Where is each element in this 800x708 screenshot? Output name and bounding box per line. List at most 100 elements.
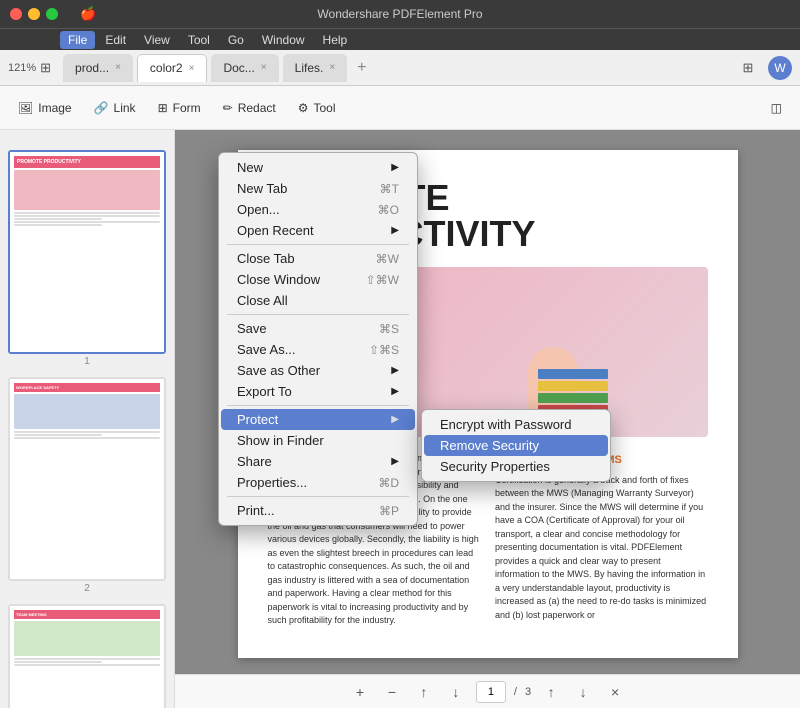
menu-tool[interactable]: Tool <box>180 31 218 49</box>
page-next-button[interactable]: ↓ <box>571 680 595 704</box>
tab-color2-label: color2 <box>150 61 183 75</box>
tab-doc[interactable]: Doc... × <box>211 54 278 82</box>
tab-prod[interactable]: prod... × <box>63 54 133 82</box>
tab-prod-close[interactable]: × <box>115 62 121 73</box>
form-label: Form <box>173 101 201 115</box>
menu-go[interactable]: Go <box>220 31 252 49</box>
cert-text: Certification is generally a back and fo… <box>495 474 708 623</box>
menu-item-show-finder[interactable]: Show in Finder <box>221 430 415 451</box>
menu-item-new-tab[interactable]: New Tab ⌘T <box>221 178 415 199</box>
menu-item-save-other[interactable]: Save as Other ▶ <box>221 360 415 381</box>
apple-logo: 🍎 <box>80 6 96 22</box>
menu-item-print-label: Print... <box>237 503 275 518</box>
menu-item-close-tab-label: Close Tab <box>237 251 295 266</box>
menu-view[interactable]: View <box>136 31 178 49</box>
menu-window[interactable]: Window <box>254 31 313 49</box>
page-thumbnail-3[interactable]: TEAM MEETING 3 <box>8 604 166 708</box>
page-prev-button[interactable]: ↑ <box>539 680 563 704</box>
menu-item-properties[interactable]: Properties... ⌘D <box>221 472 415 493</box>
menu-item-new[interactable]: New ▶ <box>221 157 415 178</box>
menu-item-save-other-label: Save as Other <box>237 363 320 378</box>
menu-item-open-shortcut: ⌘O <box>378 203 399 217</box>
menu-item-share[interactable]: Share ▶ <box>221 451 415 472</box>
sidebar-expand-button[interactable]: ◫ <box>761 92 792 124</box>
tab-color2-close[interactable]: × <box>189 63 195 74</box>
tab-prod-label: prod... <box>75 61 109 75</box>
page-num-1: 1 <box>8 354 166 369</box>
menu-item-save-as[interactable]: Save As... ⇧⌘S <box>221 339 415 360</box>
menu-item-print-shortcut: ⌘P <box>379 504 399 518</box>
close-button[interactable] <box>10 8 22 20</box>
menu-item-protect[interactable]: Protect ▶ Encrypt with Password Remove S… <box>221 409 415 430</box>
menu-item-export[interactable]: Export To ▶ <box>221 381 415 402</box>
menu-item-save-as-shortcut: ⇧⌘S <box>369 343 399 357</box>
image-label: Image <box>38 101 71 115</box>
toolbar-image-button[interactable]: 🖼 Image <box>8 92 82 124</box>
current-page-input[interactable] <box>476 681 506 703</box>
menu-item-open-recent-arrow: ▶ <box>391 225 399 236</box>
menu-item-new-arrow: ▶ <box>391 162 399 173</box>
page-close-button[interactable]: × <box>603 680 627 704</box>
tool-label: Tool <box>313 101 335 115</box>
page-add-button[interactable]: + <box>348 680 372 704</box>
toolbar-form-button[interactable]: ⊞ Form <box>148 92 211 124</box>
app-title: Wondershare PDFElement Pro <box>10 7 790 21</box>
menu-item-new-tab-label: New Tab <box>237 181 287 196</box>
protect-item-remove-security-label: Remove Security <box>440 438 539 453</box>
page-subtract-button[interactable]: − <box>380 680 404 704</box>
toolbar-tool-button[interactable]: ⚙ Tool <box>288 92 346 124</box>
protect-item-remove-security[interactable]: Remove Security <box>424 435 608 456</box>
minimize-button[interactable] <box>28 8 40 20</box>
page-download-button[interactable]: ↓ <box>444 680 468 704</box>
main-layout: PROMOTE PRODUCTIVITY 1 <box>0 130 800 708</box>
link-label: Link <box>114 101 136 115</box>
menu-item-print[interactable]: Print... ⌘P <box>221 500 415 521</box>
menu-item-export-label: Export To <box>237 384 292 399</box>
menu-item-protect-label: Protect <box>237 412 278 427</box>
menu-bar: File Edit View Tool Go Window Help <box>0 28 800 50</box>
protect-item-security-props[interactable]: Security Properties <box>424 456 608 477</box>
menu-item-open-recent[interactable]: Open Recent ▶ <box>221 220 415 241</box>
page-thumbnail-1[interactable]: PROMOTE PRODUCTIVITY 1 <box>8 150 166 369</box>
menu-item-open[interactable]: Open... ⌘O <box>221 199 415 220</box>
tab-lifes-close[interactable]: × <box>329 62 335 73</box>
page-separator: / <box>514 686 517 698</box>
menu-file[interactable]: File <box>60 31 95 49</box>
menu-item-properties-shortcut: ⌘D <box>378 476 399 490</box>
sidebar-controls <box>8 138 166 142</box>
tab-doc-close[interactable]: × <box>261 62 267 73</box>
bottom-bar: + − ↑ ↓ / 3 ↑ ↓ × <box>175 674 800 708</box>
redact-label: Redact <box>238 101 276 115</box>
menu-item-save[interactable]: Save ⌘S <box>221 318 415 339</box>
tab-lifes[interactable]: Lifes. × <box>283 54 348 82</box>
form-icon: ⊞ <box>158 101 168 115</box>
page-thumbnail-2[interactable]: WORKPLACE SAFETY 2 <box>8 377 166 596</box>
toolbar-redact-button[interactable]: ✏ Redact <box>213 92 286 124</box>
menu-help[interactable]: Help <box>315 31 356 49</box>
sidebar: PROMOTE PRODUCTIVITY 1 <box>0 130 175 708</box>
menu-item-close-tab-shortcut: ⌘W <box>376 252 399 266</box>
maximize-button[interactable] <box>46 8 58 20</box>
menu-item-save-as-label: Save As... <box>237 342 296 357</box>
menu-item-close-tab[interactable]: Close Tab ⌘W <box>221 248 415 269</box>
tab-color2[interactable]: color2 × <box>137 54 208 82</box>
page-up-button[interactable]: ↑ <box>412 680 436 704</box>
menu-item-open-recent-label: Open Recent <box>237 223 314 238</box>
menu-edit[interactable]: Edit <box>97 31 134 49</box>
menu-item-save-other-arrow: ▶ <box>391 365 399 376</box>
traffic-lights[interactable] <box>10 8 58 20</box>
grid-view-icon[interactable]: ⊞ <box>736 56 760 80</box>
tool-icon: ⚙ <box>298 101 309 115</box>
menu-item-close-all[interactable]: Close All <box>221 290 415 311</box>
menu-item-export-arrow: ▶ <box>391 386 399 397</box>
zoom-level[interactable]: 121% <box>8 62 36 74</box>
tab-add-button[interactable]: + <box>351 59 372 77</box>
menu-sep-1 <box>227 244 409 245</box>
menu-item-close-window-shortcut: ⇧⌘W <box>366 273 399 287</box>
toolbar-link-button[interactable]: 🔗 Link <box>84 92 146 124</box>
user-avatar[interactable]: W <box>768 56 792 80</box>
layout-icon[interactable]: ⊞ <box>40 60 51 76</box>
link-icon: 🔗 <box>94 101 109 115</box>
menu-item-close-window[interactable]: Close Window ⇧⌘W <box>221 269 415 290</box>
protect-item-encrypt[interactable]: Encrypt with Password <box>424 414 608 435</box>
